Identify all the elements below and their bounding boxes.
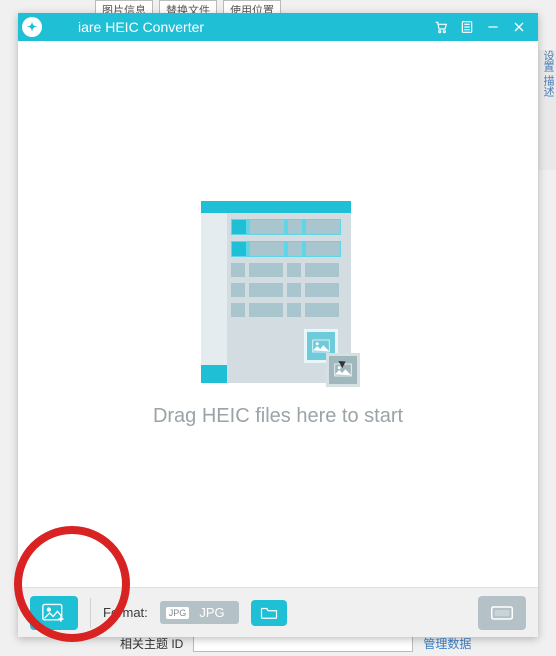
app-title: iare HEIC Converter xyxy=(78,19,204,35)
bg-bottom-link[interactable]: 管理数据 xyxy=(423,635,471,652)
list-icon[interactable] xyxy=(454,13,480,41)
dropzone-illustration xyxy=(201,201,356,391)
format-badge: JPG xyxy=(166,607,190,619)
minimize-icon[interactable] xyxy=(480,13,506,41)
titlebar[interactable]: ✦ iare HEIC Converter xyxy=(18,13,538,41)
close-icon[interactable] xyxy=(506,13,532,41)
format-selector[interactable]: JPG JPG xyxy=(160,601,239,624)
cart-icon[interactable] xyxy=(428,13,454,41)
format-label: Format: xyxy=(103,605,148,620)
divider xyxy=(90,598,91,628)
open-folder-button[interactable] xyxy=(251,600,287,626)
app-logo-icon: ✦ xyxy=(22,17,42,37)
drop-zone[interactable]: Drag HEIC files here to start xyxy=(18,41,538,587)
bottom-bar: Format: JPG JPG xyxy=(18,587,538,637)
format-value: JPG xyxy=(199,605,224,620)
dropzone-prompt: Drag HEIC files here to start xyxy=(153,405,403,428)
add-image-button[interactable] xyxy=(30,596,78,630)
start-convert-button[interactable] xyxy=(478,596,526,630)
bg-bottom-label: 相关主题 ID xyxy=(120,635,183,652)
background-side-text: 设置 描述 xyxy=(536,50,556,170)
app-window: ✦ iare HEIC Converter xyxy=(18,13,538,637)
